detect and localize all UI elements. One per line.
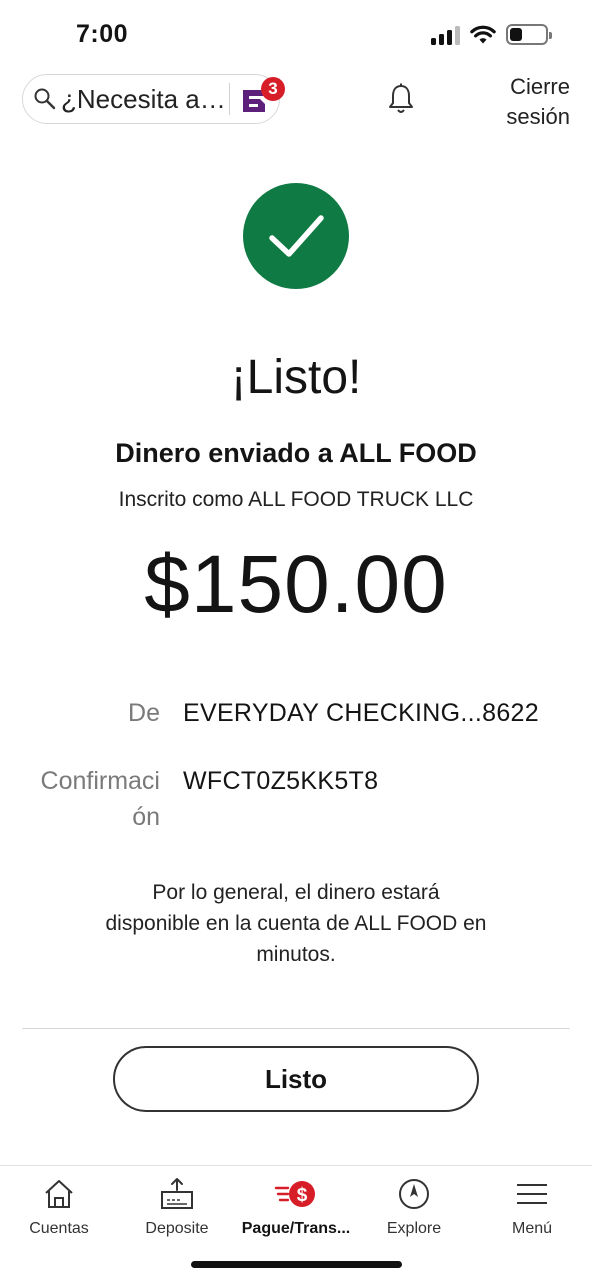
svg-text:$: $ xyxy=(297,1185,308,1206)
compass-icon xyxy=(399,1179,429,1209)
from-account-value: EVERYDAY CHECKING...8622 xyxy=(183,699,539,727)
search-divider xyxy=(229,83,230,115)
app-header: ¿Necesita a… 3 Cierre sesión xyxy=(0,70,592,140)
tab-label: Deposite xyxy=(145,1220,209,1237)
confirmation-number: WFCT0Z5KK5T8 xyxy=(183,767,379,795)
deposit-icon xyxy=(161,1178,193,1209)
search-bar[interactable]: ¿Necesita a… 3 xyxy=(22,74,285,124)
status-icons xyxy=(431,24,552,45)
menu-icon xyxy=(517,1184,547,1204)
confirmation-label-line2: ón xyxy=(132,803,160,831)
confirmation-label-line1: Confirmaci xyxy=(40,767,160,795)
tab-menu[interactable]: Menú xyxy=(473,1174,591,1238)
section-divider xyxy=(22,1028,570,1029)
availability-note-line1: Por lo general, el dinero estará xyxy=(152,881,440,904)
availability-note-line3: minutos. xyxy=(256,943,336,966)
battery-level xyxy=(510,28,522,41)
pay-transfer-icon: $ xyxy=(274,1181,315,1207)
tab-label: Explore xyxy=(386,1220,442,1237)
logout-label-line1: Cierre xyxy=(510,74,570,99)
recipient-enrolled-as: Inscrito como ALL FOOD TRUCK LLC xyxy=(118,488,474,511)
tab-accounts[interactable]: Cuentas xyxy=(0,1174,118,1238)
tab-explore[interactable]: Explore xyxy=(355,1174,473,1238)
logout-button[interactable]: Cierre sesión xyxy=(506,72,570,132)
tab-label: Menú xyxy=(511,1220,553,1237)
availability-note: Por lo general, el dinero estará disponi… xyxy=(80,877,512,970)
tab-label: Pague/Trans... xyxy=(241,1220,351,1237)
wifi-icon xyxy=(470,25,496,43)
notification-count-badge: 3 xyxy=(261,77,285,101)
confirmation-label: Confirmaci ón xyxy=(20,763,160,835)
home-icon xyxy=(45,1180,73,1208)
cellular-signal-icon xyxy=(431,25,460,45)
transfer-amount: $150.00 xyxy=(144,539,448,630)
availability-note-line2: disponible en la cuenta de ALL FOOD en xyxy=(105,912,487,935)
search-placeholder: ¿Necesita a… xyxy=(61,83,226,114)
tab-deposit[interactable]: Deposite xyxy=(118,1174,236,1238)
status-bar: 7:00 xyxy=(0,0,592,70)
from-label: De xyxy=(128,699,160,727)
success-title: ¡Listo! xyxy=(230,351,362,404)
logout-label-line2: sesión xyxy=(506,104,570,129)
tab-label: Cuentas xyxy=(29,1220,89,1237)
sent-to-heading: Dinero enviado a ALL FOOD xyxy=(115,438,477,468)
search-icon xyxy=(34,88,56,110)
status-time: 7:00 xyxy=(76,20,129,48)
success-check-icon xyxy=(243,183,349,289)
done-button[interactable]: Listo xyxy=(113,1046,479,1112)
home-indicator[interactable] xyxy=(191,1261,402,1268)
tab-pay-transfer[interactable]: $ Pague/Trans... xyxy=(237,1174,355,1238)
bell-icon[interactable] xyxy=(386,82,416,118)
battery-icon xyxy=(506,24,552,45)
